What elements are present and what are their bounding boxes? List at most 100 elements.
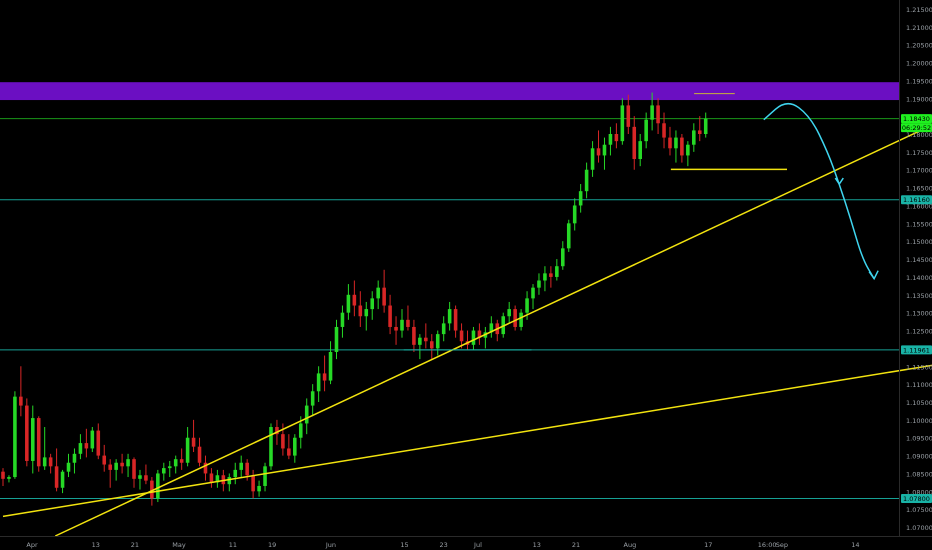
candle-body	[138, 475, 142, 479]
price-tag-label: 1.07800	[903, 495, 930, 503]
time-tick-label: 13	[92, 541, 100, 549]
candle-body	[441, 323, 446, 335]
time-tick-label: Apr	[26, 541, 38, 549]
candle-body	[620, 105, 625, 142]
price-tick-label: 1.14500	[906, 256, 932, 264]
candle-body	[352, 294, 357, 306]
price-tick-label: 1.15000	[906, 238, 932, 246]
candle-body	[179, 459, 184, 463]
price-tick-label: 1.11500	[906, 363, 932, 371]
time-tick-label: 11	[229, 541, 237, 549]
candle-body	[412, 326, 416, 345]
price-tick-label: 1.09000	[906, 453, 932, 461]
price-tick-label: 1.18000	[906, 131, 932, 139]
price-tick-label: 1.10500	[906, 399, 932, 407]
candle-body	[596, 148, 601, 156]
candle-body	[322, 373, 327, 381]
candle-body	[656, 105, 660, 124]
candle-body	[662, 123, 666, 138]
candle-body	[644, 119, 648, 142]
candle-body	[304, 405, 309, 424]
time-tick-label: 15	[400, 541, 408, 549]
candle	[513, 305, 517, 331]
price-tick-label: 1.14000	[906, 274, 932, 282]
candle-body	[364, 309, 369, 317]
price-tag-label: 1.11961	[903, 346, 930, 354]
candle-body	[632, 126, 637, 160]
candle-body	[25, 405, 29, 461]
candle-body	[191, 437, 196, 447]
price-tick-label: 1.10000	[906, 417, 932, 425]
candle	[36, 416, 41, 472]
price-tag-label: 06:29:52	[902, 124, 931, 132]
candle-body	[578, 191, 583, 206]
resistance-zone	[0, 82, 899, 101]
price-tick-label: 1.19000	[906, 95, 932, 103]
candle-body	[251, 475, 255, 492]
price-tick-label: 1.20000	[906, 60, 932, 68]
price-tick-label: 1.13500	[906, 292, 932, 300]
time-tick-label: 19	[268, 541, 276, 549]
candle-body	[376, 287, 380, 299]
candle-body	[90, 430, 95, 449]
candle-body	[394, 326, 398, 331]
candle-body	[692, 130, 696, 145]
candle-body	[13, 396, 17, 478]
time-tick-label: Sep	[776, 541, 788, 549]
candle-body	[78, 443, 83, 454]
candle-body	[84, 443, 89, 449]
candle-body	[382, 287, 386, 306]
candle	[269, 423, 273, 470]
candle-body	[287, 448, 291, 456]
candle	[566, 219, 571, 252]
price-tick-label: 1.16500	[906, 185, 932, 193]
candle-body	[227, 477, 232, 485]
resistance-zone-layer	[0, 82, 899, 101]
candle-body	[48, 457, 53, 467]
candle-body	[209, 473, 214, 483]
candle-body	[328, 351, 333, 381]
candle-body	[340, 312, 345, 327]
candle-body	[316, 373, 321, 392]
price-tick-label: 1.12500	[906, 328, 932, 336]
candle-body	[358, 305, 363, 317]
price-tick-label: 1.13000	[906, 310, 932, 318]
candle-body	[686, 144, 690, 156]
candle-body	[269, 427, 273, 467]
candle-body	[7, 477, 11, 479]
price-tick-label: 1.21500	[906, 6, 932, 14]
candle-body	[293, 437, 297, 456]
candle-body	[167, 466, 172, 469]
time-tick-label: 17	[704, 541, 712, 549]
candle-body	[608, 134, 613, 145]
candle-body	[54, 466, 59, 488]
price-tag: 1.18430	[901, 114, 932, 124]
eurusd-chart[interactable]: 1.21500 1.21000 1.20500 1.20000 1.19500 1.190…	[0, 0, 932, 550]
candle-body	[561, 248, 565, 267]
candle-body	[543, 273, 547, 281]
candle-body	[298, 423, 303, 438]
price-tick-label: 1.09500	[906, 435, 932, 443]
candle-body	[429, 341, 434, 349]
time-tick-label: 21	[131, 541, 139, 549]
candle-body	[668, 137, 672, 149]
candle-body	[233, 469, 238, 478]
time-tick-label: 21	[572, 541, 580, 549]
candle-body	[590, 148, 595, 170]
candle-body	[388, 305, 392, 327]
time-tick-label: Jul	[473, 541, 482, 549]
price-tick-label: 1.21000	[906, 24, 932, 32]
price-tick-label: 1.07500	[906, 506, 932, 514]
candle-body	[424, 337, 428, 342]
price-tick-label: 1.20500	[906, 42, 932, 50]
price-tick-label: 1.17000	[906, 167, 932, 175]
candle-body	[257, 485, 261, 492]
candle-body	[638, 141, 642, 160]
candle-body	[370, 298, 375, 310]
candle-body	[132, 459, 136, 479]
candle-body	[602, 144, 607, 156]
candle-body	[453, 309, 458, 331]
time-tick-label: 13	[533, 541, 541, 549]
candle-body	[459, 330, 464, 342]
time-tick-label: 16:00	[758, 541, 777, 549]
